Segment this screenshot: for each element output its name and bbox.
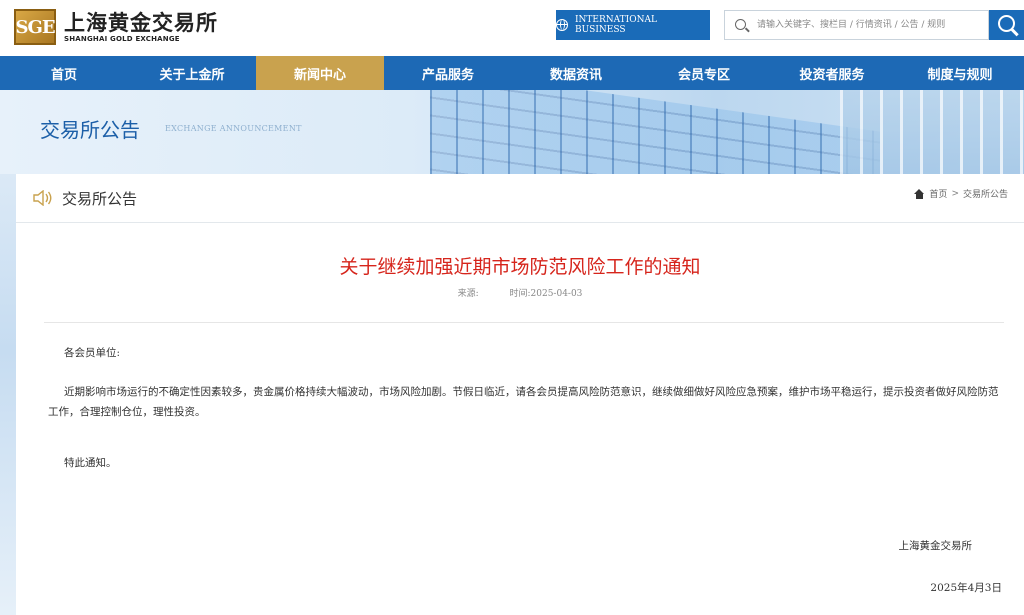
- nav-item-investors[interactable]: 投资者服务: [768, 56, 896, 90]
- international-business-label: INTERNATIONAL BUSINESS: [574, 15, 657, 35]
- article-salutation: 各会员单位:: [64, 347, 121, 359]
- logo-english-name: SHANGHAI GOLD EXCHANGE: [64, 34, 180, 43]
- section-header: 交易所公告 首页 > 交易所公告: [16, 174, 1024, 223]
- logo-chinese-name: 上海黄金交易所: [64, 9, 218, 35]
- speaker-icon: [33, 190, 52, 206]
- article-source: 来源:: [457, 289, 479, 299]
- left-decoration: [0, 174, 16, 615]
- nav-item-data[interactable]: 数据资讯: [512, 56, 640, 90]
- article-divider: [44, 322, 1004, 323]
- banner-subtitle: EXCHANGE ANNOUNCEMENT: [165, 124, 302, 133]
- main-nav: 首页 关于上金所 新闻中心 产品服务 数据资讯 会员专区 投资者服务 制度与规则: [0, 56, 1024, 90]
- nav-item-rules[interactable]: 制度与规则: [896, 56, 1024, 90]
- nav-item-home[interactable]: 首页: [0, 56, 128, 90]
- banner-building-image-right: [840, 90, 1024, 174]
- globe-icon: [556, 19, 568, 31]
- breadcrumb-home-link[interactable]: 首页: [929, 187, 947, 200]
- logo-text: 上海黄金交易所 SHANGHAI GOLD EXCHANGE: [64, 12, 218, 43]
- section-title: 交易所公告: [62, 190, 138, 208]
- nav-item-news[interactable]: 新闻中心: [256, 56, 384, 90]
- breadcrumb: 首页 > 交易所公告: [914, 187, 1008, 200]
- search-box: [724, 10, 989, 40]
- breadcrumb-separator: >: [951, 188, 959, 199]
- banner-building-image: [430, 90, 880, 174]
- article-title: 关于继续加强近期市场防范风险工作的通知: [339, 256, 701, 278]
- article-time: 时间:2025-04-03: [509, 289, 583, 299]
- content-card: 交易所公告 首页 > 交易所公告 关于继续加强近期市场防范风险工作的通知 来源:…: [16, 174, 1024, 615]
- article-date: 2025年4月3日: [930, 582, 1002, 594]
- article-paragraph: 近期影响市场运行的不确定性因素较多，贵金属价格持续大幅波动，市场风险加剧。节假日…: [48, 386, 999, 418]
- logo-mark: SGE: [14, 9, 56, 45]
- header: SGE 上海黄金交易所 SHANGHAI GOLD EXCHANGE INTER…: [0, 0, 1024, 56]
- search-input[interactable]: [755, 12, 988, 38]
- nav-item-members[interactable]: 会员专区: [640, 56, 768, 90]
- banner-title: 交易所公告: [40, 118, 140, 142]
- article-signature: 上海黄金交易所: [898, 540, 973, 552]
- search-button[interactable]: [989, 10, 1024, 40]
- nav-item-about[interactable]: 关于上金所: [128, 56, 256, 90]
- page-banner: 交易所公告 EXCHANGE ANNOUNCEMENT: [0, 90, 1024, 174]
- article-closing: 特此通知。: [64, 457, 117, 469]
- international-business-button[interactable]: INTERNATIONAL BUSINESS: [556, 10, 710, 40]
- search-icon: [725, 11, 755, 39]
- site-logo[interactable]: SGE 上海黄金交易所 SHANGHAI GOLD EXCHANGE: [14, 8, 218, 46]
- home-icon: [914, 188, 925, 199]
- article-meta: 来源: 时间:2025-04-03: [16, 286, 1024, 299]
- breadcrumb-current-link[interactable]: 交易所公告: [963, 187, 1008, 200]
- nav-item-products[interactable]: 产品服务: [384, 56, 512, 90]
